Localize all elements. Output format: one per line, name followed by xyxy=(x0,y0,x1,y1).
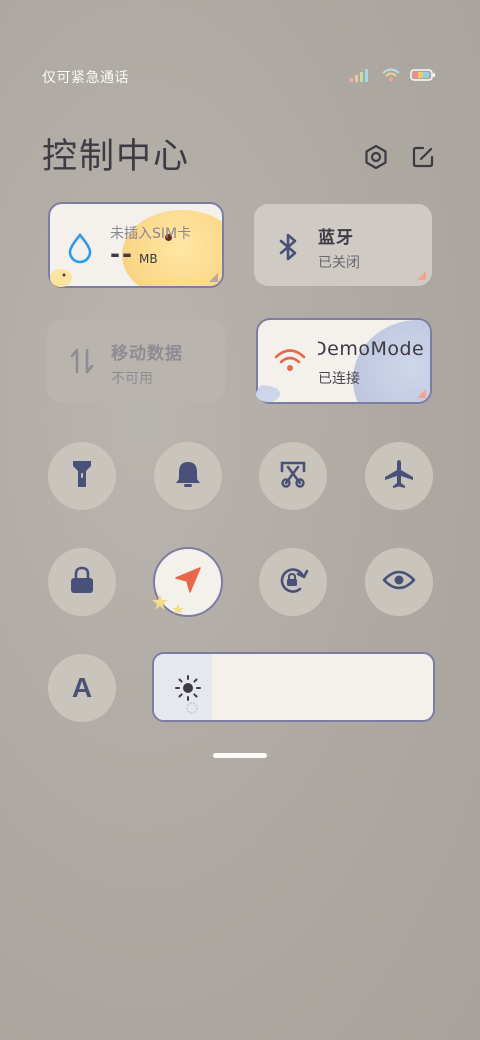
carrier-status: 仅可紧急通话 xyxy=(42,70,129,86)
data-usage-unit: MB xyxy=(139,252,158,266)
edit-icon xyxy=(411,145,435,173)
font-size-toggle[interactable]: A xyxy=(48,654,116,722)
wifi-tile-icon xyxy=(274,348,306,378)
wifi-icon xyxy=(382,67,400,86)
eye-icon xyxy=(382,568,416,596)
page-title: 控制中心 xyxy=(42,137,191,177)
data-usage-tile[interactable]: 未插入SIM卡 -- MB xyxy=(48,202,224,288)
battery-icon xyxy=(410,67,436,86)
lock-screen-toggle[interactable] xyxy=(48,548,116,616)
tile-corner-indicator xyxy=(417,389,426,398)
screenshot-toggle[interactable] xyxy=(259,442,327,510)
bluetooth-icon xyxy=(276,232,300,266)
signal-icon xyxy=(350,67,372,86)
bluetooth-label: 蓝牙 xyxy=(318,228,354,248)
status-bar: 仅可紧急通话 xyxy=(0,0,480,110)
airplane-icon xyxy=(383,458,415,494)
tile-corner-indicator xyxy=(209,273,218,282)
brightness-slider[interactable] xyxy=(152,652,435,722)
flashlight-icon xyxy=(71,459,93,493)
wifi-ssid-clip: DemoMode xyxy=(318,338,428,364)
gear-hexagon-icon xyxy=(363,144,389,174)
font-size-icon: A xyxy=(71,672,93,703)
data-transfer-icon xyxy=(69,346,95,380)
ringer-toggle[interactable] xyxy=(154,442,222,510)
wifi-tile[interactable]: DemoMode 已连接 xyxy=(256,318,432,404)
mobile-data-label: 移动数据 xyxy=(111,344,183,364)
flashlight-toggle[interactable] xyxy=(48,442,116,510)
data-usage-value: -- xyxy=(110,240,134,268)
lock-icon xyxy=(68,565,96,599)
wifi-ssid-label: DemoMode xyxy=(318,338,425,360)
mobile-data-status: 不可用 xyxy=(111,371,153,387)
gear-decoration-icon xyxy=(184,700,200,720)
edit-button[interactable] xyxy=(408,144,438,174)
tile-corner-indicator xyxy=(417,271,426,280)
screenshot-icon xyxy=(278,459,308,493)
chick-decoration-icon xyxy=(48,264,74,292)
reading-mode-toggle[interactable] xyxy=(365,548,433,616)
cloud-decoration-icon xyxy=(254,382,282,408)
water-drop-icon xyxy=(66,232,94,268)
wifi-status: 已连接 xyxy=(318,371,360,387)
bluetooth-tile[interactable]: 蓝牙 已关闭 xyxy=(254,204,432,286)
airplane-mode-toggle[interactable] xyxy=(365,442,433,510)
status-icons xyxy=(350,67,436,86)
bell-icon xyxy=(174,459,202,493)
mobile-data-tile[interactable]: 移动数据 不可用 xyxy=(47,320,225,402)
rotation-lock-icon xyxy=(276,564,310,600)
rotation-lock-toggle[interactable] xyxy=(259,548,327,616)
settings-button[interactable] xyxy=(361,144,391,174)
star-decoration-icon xyxy=(152,592,188,620)
home-indicator[interactable] xyxy=(213,753,267,758)
bluetooth-status: 已关闭 xyxy=(318,255,360,271)
